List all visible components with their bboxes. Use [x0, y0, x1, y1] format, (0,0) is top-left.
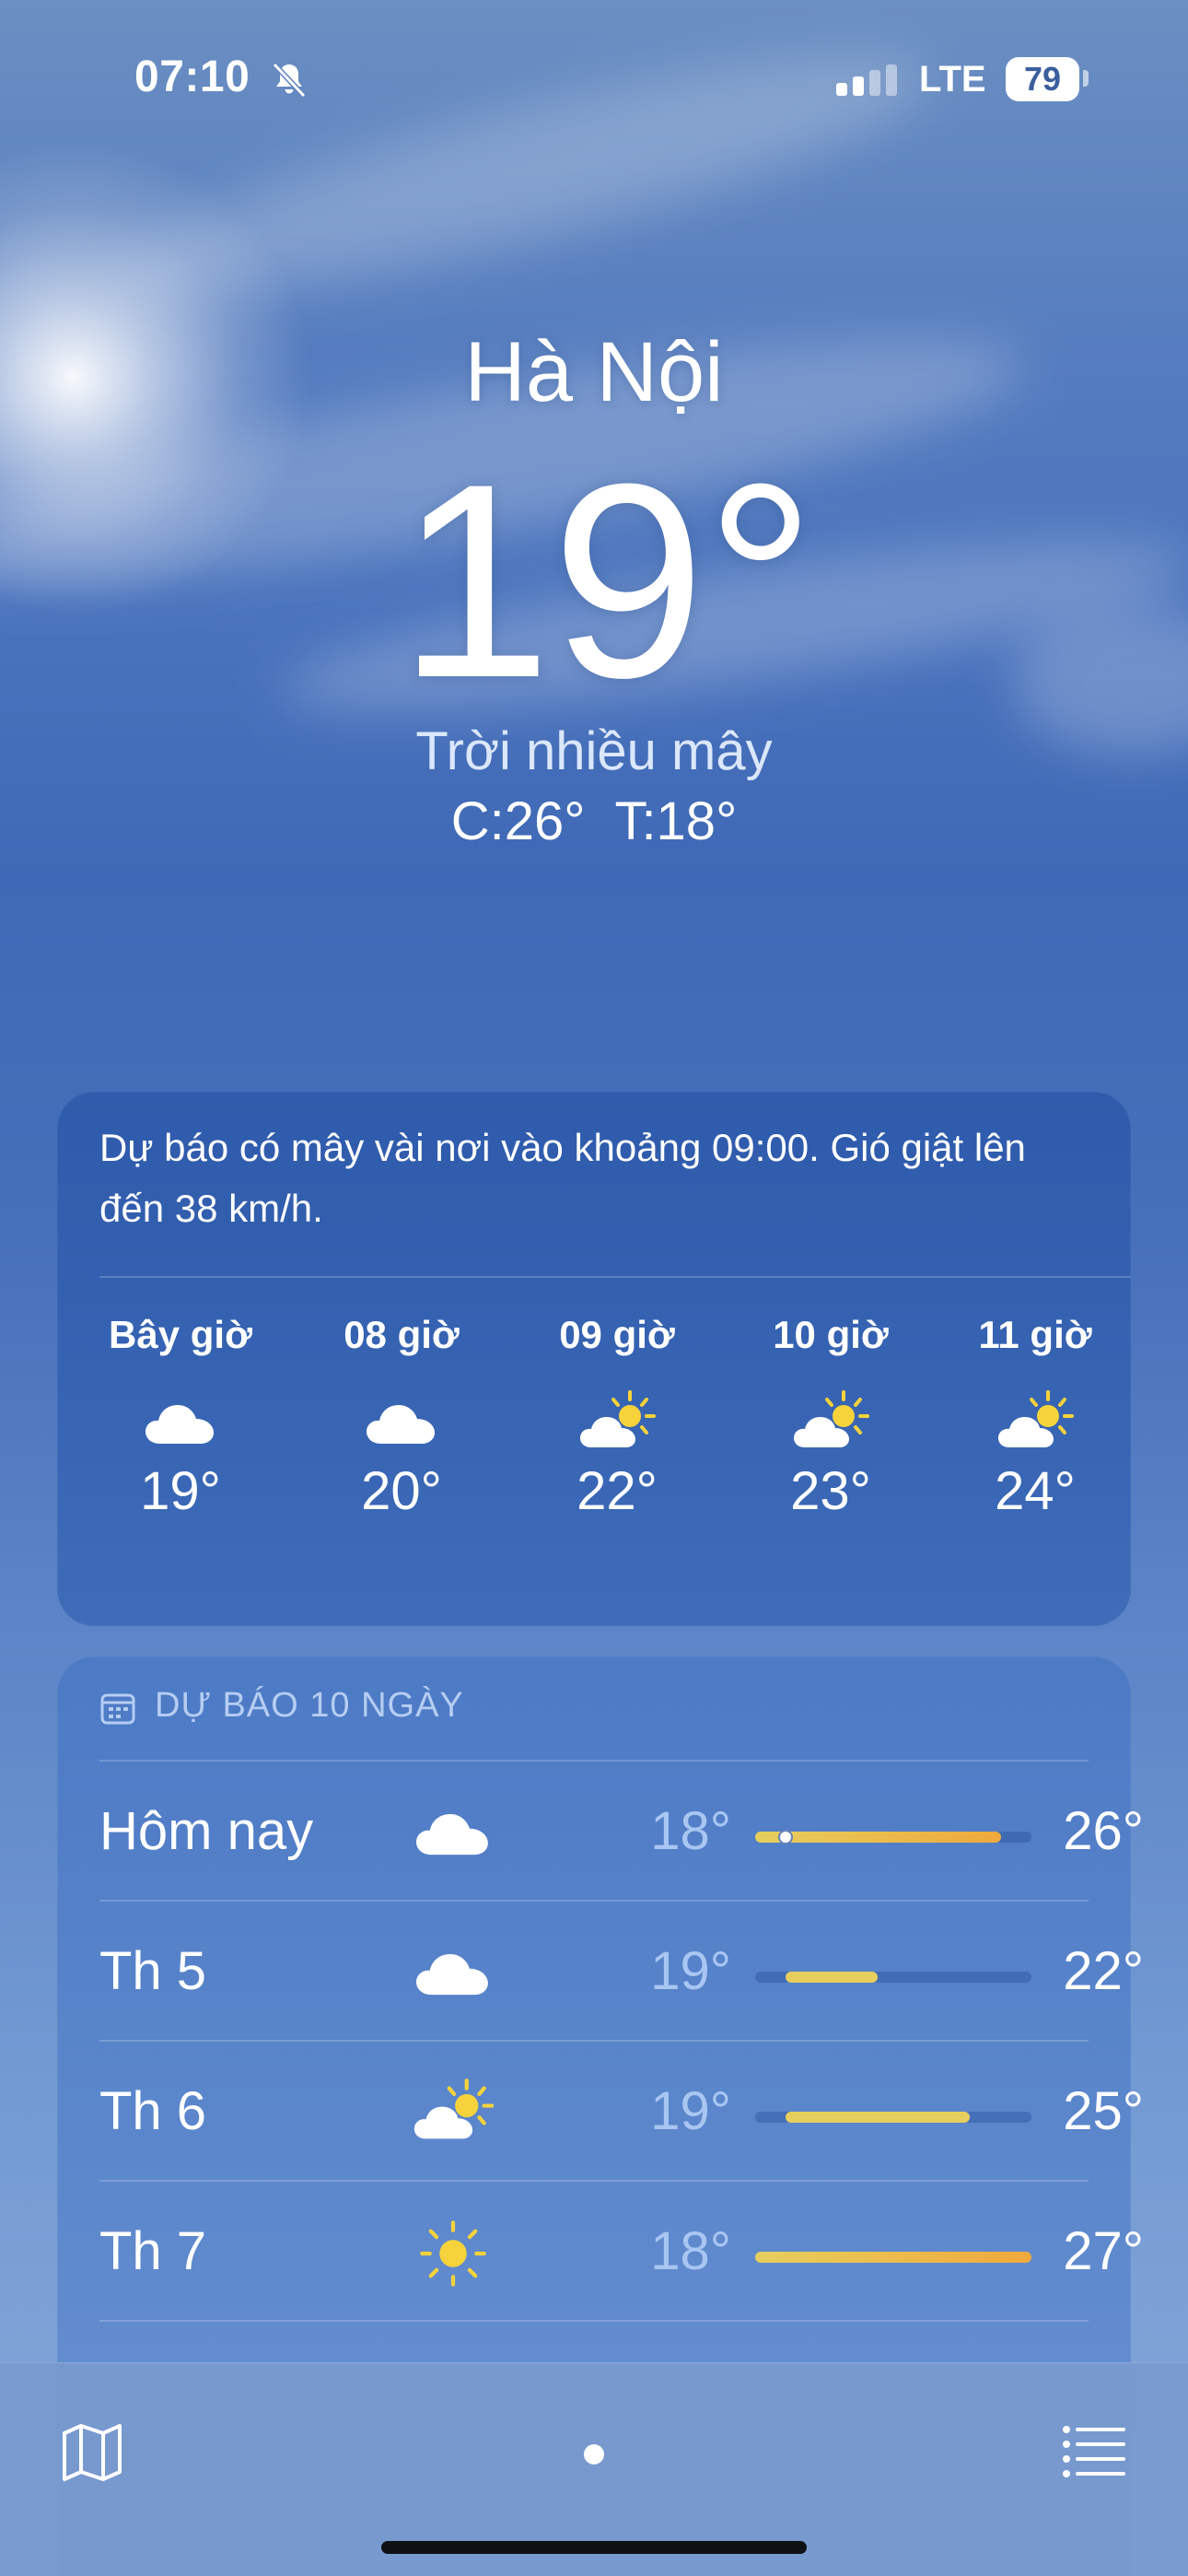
calendar-icon: [100, 1693, 135, 1725]
hour-item: 09 giờ 22°: [525, 1313, 709, 1608]
hour-label: 08 giờ: [344, 1313, 460, 1356]
cloud-icon: [363, 1388, 440, 1458]
hour-item: 11 giờ 24°: [943, 1313, 1127, 1608]
hour-item: 08 giờ 20°: [309, 1313, 494, 1608]
day-row[interactable]: Hôm nay 18° 26°: [57, 1762, 1144, 1900]
day-high: 27°: [1063, 2221, 1144, 2281]
day-high: 22°: [1063, 1941, 1144, 2001]
temp-range-fill: [786, 1972, 879, 1983]
map-icon[interactable]: [59, 2418, 125, 2485]
day-row[interactable]: Th 5 19° 22°: [57, 1902, 1144, 2040]
hour-temp: 19°: [140, 1461, 221, 1521]
day-high: 26°: [1063, 1801, 1144, 1861]
hour-temp: 24°: [995, 1461, 1076, 1521]
low-temp: T:18°: [614, 791, 738, 851]
day-name: Hôm nay: [99, 1801, 314, 1861]
hour-label: 09 giờ: [559, 1313, 675, 1356]
hour-item: Bây giờ 19°: [88, 1313, 273, 1608]
cloud-icon: [142, 1388, 219, 1458]
day-low: 19°: [650, 1941, 731, 2001]
weather-screen: 07:10 LTE 79 Hà Nội 19° Trời nhiều mây C…: [0, 0, 1188, 2576]
partly-sunny-icon: [996, 1388, 1074, 1458]
day-low: 18°: [650, 2221, 731, 2281]
temp-range-bar: [755, 2112, 1031, 2123]
hour-label: 11 giờ: [978, 1313, 1092, 1356]
page-indicator-dot[interactable]: [584, 2444, 604, 2465]
day-name: Th 6: [99, 2081, 207, 2141]
hour-label: Bây giờ: [109, 1313, 252, 1356]
day-row[interactable]: Th 6 19° 25°: [57, 2042, 1144, 2180]
daily-title: DỰ BÁO 10 NGÀY: [155, 1686, 464, 1725]
day-high: 25°: [1063, 2081, 1144, 2141]
battery-tip: [1083, 70, 1089, 87]
partly-sunny-icon: [409, 2077, 497, 2150]
status-time: 07:10: [134, 53, 250, 101]
cloud-icon: [409, 1797, 497, 1870]
home-indicator[interactable]: [381, 2541, 807, 2554]
hour-item: 10 giờ 23°: [739, 1313, 923, 1608]
high-temp: C:26°: [450, 791, 586, 851]
hour-temp: 22°: [577, 1461, 658, 1521]
day-low: 19°: [650, 2081, 731, 2141]
partly-sunny-icon: [578, 1388, 656, 1458]
temp-range-bar: [755, 2252, 1031, 2263]
sun-icon: [409, 2217, 497, 2290]
high-low-temps: C:26° T:18°: [0, 790, 1188, 852]
battery-icon: 79: [1006, 57, 1079, 101]
current-temperature: 19°: [398, 426, 816, 735]
day-row[interactable]: Th 7 18° 27°: [57, 2182, 1144, 2320]
status-bar: 07:10 LTE 79: [0, 0, 1188, 157]
partly-sunny-icon: [792, 1388, 869, 1458]
hour-label: 10 giờ: [773, 1313, 889, 1356]
bell-slash-icon: [272, 62, 307, 99]
list-icon[interactable]: [1061, 2420, 1125, 2481]
location-name: Hà Nội: [464, 325, 724, 419]
divider: [99, 1276, 1131, 1278]
hourly-forecast-card[interactable]: Dự báo có mây vài nơi vào khoảng 09:00. …: [57, 1092, 1131, 1626]
network-type: LTE: [919, 59, 986, 100]
temp-range-bar: [755, 1972, 1031, 1983]
temp-range-fill: [786, 2112, 971, 2123]
forecast-summary: Dự báo có mây vài nơi vào khoảng 09:00. …: [99, 1126, 1026, 1230]
day-name: Th 5: [99, 1941, 207, 2001]
hour-temp: 20°: [361, 1461, 442, 1521]
cellular-signal-icon: [836, 64, 897, 96]
temp-range-fill: [755, 2252, 1031, 2263]
temp-range-bar: [755, 1830, 1031, 1844]
day-name: Th 7: [99, 2221, 207, 2281]
cloud-icon: [409, 1937, 497, 2010]
battery-level: 79: [1023, 60, 1062, 98]
day-low: 18°: [650, 1801, 731, 1861]
condition-text: Trời nhiều mây: [415, 721, 773, 781]
hour-temp: 23°: [790, 1461, 871, 1521]
divider: [99, 2320, 1089, 2322]
